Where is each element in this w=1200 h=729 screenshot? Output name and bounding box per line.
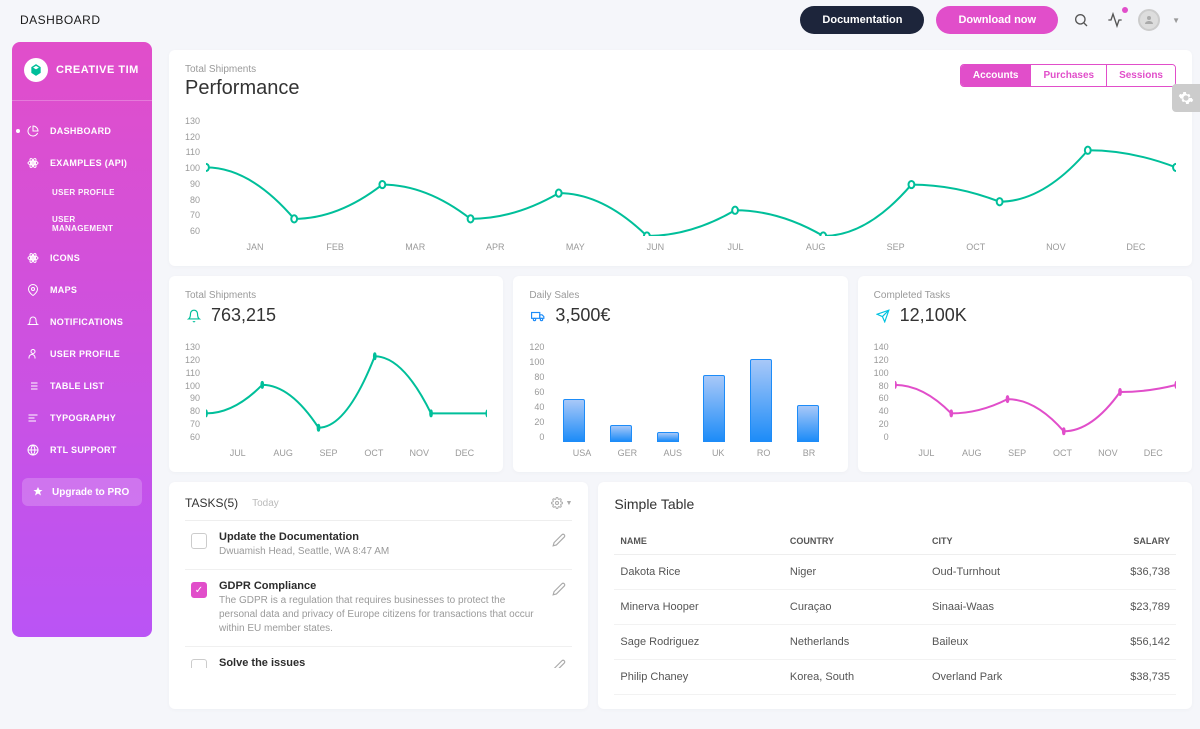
performance-subtitle: Total Shipments	[185, 64, 300, 75]
globe-icon	[26, 443, 40, 457]
settings-tab-icon[interactable]	[1172, 84, 1200, 112]
sidebar-item-label: USER MANAGEMENT	[52, 215, 138, 233]
sidebar-item-user-profile[interactable]: USER PROFILE	[12, 179, 152, 206]
task-title: GDPR Compliance	[219, 580, 540, 592]
sidebar-item-label: ICONS	[50, 253, 80, 263]
tasks-settings-dropdown[interactable]: ▼	[551, 497, 572, 509]
table-row: Philip ChaneyKorea, SouthOverland Park$3…	[614, 660, 1176, 695]
send-icon	[874, 307, 892, 325]
sidebar-item-label: RTL SUPPORT	[50, 445, 117, 455]
sidebar-item-table-list[interactable]: TABLE LIST	[12, 370, 152, 402]
sales-card: Daily Sales 3,500€ 120100806040200 USAGE…	[513, 276, 847, 472]
align-icon	[26, 411, 40, 425]
table-row: Dakota RiceNigerOud-Turnhout$36,738	[614, 555, 1176, 590]
list-icon	[26, 379, 40, 393]
table-header: COUNTRY	[784, 528, 926, 555]
bar	[750, 359, 772, 442]
sidebar-item-label: TABLE LIST	[50, 381, 104, 391]
bar	[610, 425, 632, 442]
sidebar-item-label: DASHBOARD	[50, 126, 111, 136]
task-checkbox[interactable]	[191, 659, 207, 668]
search-icon[interactable]	[1070, 9, 1092, 31]
download-button[interactable]: Download now	[936, 6, 1058, 34]
bar	[563, 399, 585, 442]
shipments-value: 763,215	[211, 305, 276, 326]
shipments-card: Total Shipments 763,215 1301201101009080…	[169, 276, 503, 472]
sales-value: 3,500€	[555, 305, 610, 326]
table-header: SALARY	[1079, 528, 1176, 555]
completed-card: Completed Tasks 12,100K 1401201008060402…	[858, 276, 1192, 472]
pie-chart-icon	[26, 124, 40, 138]
sidebar-item-label: NOTIFICATIONS	[50, 317, 123, 327]
sidebar-item-examples-api-[interactable]: EXAMPLES (API)	[12, 147, 152, 179]
sales-subtitle: Daily Sales	[529, 290, 831, 301]
table-row: Minerva HooperCuraçaoSinaai-Waas$23,789	[614, 590, 1176, 625]
sidebar-item-user-profile[interactable]: USER PROFILE	[12, 338, 152, 370]
table-title: Simple Table	[614, 496, 1176, 512]
sidebar-item-label: MAPS	[50, 285, 77, 295]
sidebar-item-label: USER PROFILE	[52, 188, 115, 197]
performance-card: Total Shipments Performance Accounts Pur…	[169, 50, 1192, 266]
delivery-icon	[529, 307, 547, 325]
pin-icon	[26, 283, 40, 297]
sidebar-item-rtl-support[interactable]: RTL SUPPORT	[12, 434, 152, 466]
brand-name: CREATIVE TIM	[56, 64, 139, 76]
task-row: Update the Documentation Dwuamish Head, S…	[185, 521, 572, 570]
sidebar-item-maps[interactable]: MAPS	[12, 274, 152, 306]
page-title: DASHBOARD	[20, 13, 800, 27]
bar	[657, 432, 679, 442]
upgrade-button[interactable]: Upgrade to PRO	[22, 478, 142, 506]
table-card: Simple Table NAMECOUNTRYCITYSALARY Dakot…	[598, 482, 1192, 709]
table-header: CITY	[926, 528, 1079, 555]
task-desc: Dwuamish Head, Seattle, WA 8:47 AM	[219, 545, 540, 559]
shipments-subtitle: Total Shipments	[185, 290, 487, 301]
sidebar-item-label: EXAMPLES (API)	[50, 158, 127, 168]
tab-sessions[interactable]: Sessions	[1106, 65, 1175, 86]
performance-tabs: Accounts Purchases Sessions	[960, 64, 1176, 87]
chevron-down-icon[interactable]: ▼	[1172, 16, 1180, 25]
upgrade-label: Upgrade to PRO	[52, 487, 129, 498]
completed-subtitle: Completed Tasks	[874, 290, 1176, 301]
task-row: ✓ GDPR Compliance The GDPR is a regulation…	[185, 570, 572, 647]
sidebar-item-user-management[interactable]: USER MANAGEMENT	[12, 206, 152, 242]
task-checkbox[interactable]	[191, 533, 207, 549]
task-desc: The GDPR is a regulation that requires b…	[219, 594, 540, 636]
performance-title: Performance	[185, 77, 300, 100]
table-row: Sage RodriguezNetherlandsBaileux$56,142	[614, 625, 1176, 660]
task-title: Update the Documentation	[219, 531, 540, 543]
atom-icon	[26, 156, 40, 170]
user-icon	[26, 347, 40, 361]
bar	[797, 405, 819, 443]
sidebar-item-label: USER PROFILE	[50, 349, 120, 359]
bell-icon	[185, 307, 203, 325]
sidebar-item-label: TYPOGRAPHY	[50, 413, 116, 423]
edit-icon[interactable]	[552, 533, 566, 550]
tasks-today: Today	[252, 498, 279, 509]
atom-icon	[26, 251, 40, 265]
tab-accounts[interactable]: Accounts	[961, 65, 1031, 86]
sidebar: CREATIVE TIM DASHBOARD EXAMPLES (API) USER…	[12, 42, 152, 637]
edit-icon[interactable]	[552, 582, 566, 599]
sidebar-item-typography[interactable]: TYPOGRAPHY	[12, 402, 152, 434]
edit-icon[interactable]	[552, 659, 566, 668]
activity-icon[interactable]	[1104, 9, 1126, 31]
bar	[703, 375, 725, 442]
sidebar-item-notifications[interactable]: NOTIFICATIONS	[12, 306, 152, 338]
avatar[interactable]	[1138, 9, 1160, 31]
tasks-card: TASKS(5) Today ▼ Update the Documentatio…	[169, 482, 588, 709]
task-row: Solve the issuesFifty percent of all res…	[185, 647, 572, 668]
tasks-count: TASKS(5)	[185, 496, 238, 510]
completed-value: 12,100K	[900, 305, 967, 326]
sidebar-item-dashboard[interactable]: DASHBOARD	[12, 115, 152, 147]
task-title: Solve the issues	[219, 657, 540, 668]
bell-icon	[26, 315, 40, 329]
brand-logo	[24, 58, 48, 82]
tab-purchases[interactable]: Purchases	[1030, 65, 1106, 86]
documentation-button[interactable]: Documentation	[800, 6, 924, 34]
simple-table: NAMECOUNTRYCITYSALARY Dakota RiceNigerOu…	[614, 528, 1176, 695]
task-checkbox[interactable]: ✓	[191, 582, 207, 598]
table-header: NAME	[614, 528, 783, 555]
sidebar-item-icons[interactable]: ICONS	[12, 242, 152, 274]
